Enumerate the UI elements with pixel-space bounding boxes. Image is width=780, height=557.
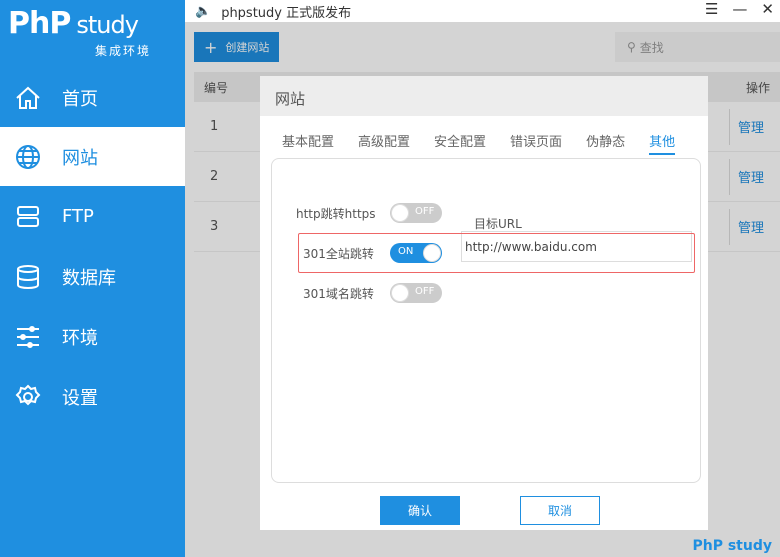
server-icon <box>14 203 42 231</box>
sidebar: PhP study 集成环境 首页 网站 FTP 数据库 环境 设置 <box>0 0 185 557</box>
sidebar-item-settings[interactable]: 设置 <box>0 367 185 426</box>
minimize-icon[interactable]: — <box>732 0 747 18</box>
database-icon <box>14 263 42 291</box>
domain-301-toggle[interactable]: OFF <box>390 283 442 303</box>
cancel-button[interactable]: 取消 <box>520 496 600 525</box>
tab-other[interactable]: 其他 <box>649 131 676 155</box>
tab-basic[interactable]: 基本配置 <box>282 131 334 155</box>
globe-icon <box>14 143 42 171</box>
close-icon[interactable]: ✕ <box>761 0 774 18</box>
website-dialog: 网站 基本配置 高级配置 安全配置 错误页面 伪静态 其他 http跳转http… <box>260 76 708 530</box>
logo-subtitle: 集成环境 <box>95 44 152 58</box>
tab-advanced[interactable]: 高级配置 <box>358 131 410 155</box>
sidebar-item-database[interactable]: 数据库 <box>0 247 185 306</box>
tab-security[interactable]: 安全配置 <box>434 131 486 155</box>
confirm-button[interactable]: 确认 <box>380 496 460 525</box>
settings-panel: http跳转https OFF 目标URL 301全站跳转 ON http://… <box>271 158 701 483</box>
tab-rewrite[interactable]: 伪静态 <box>586 131 625 155</box>
sidebar-item-home[interactable]: 首页 <box>0 68 185 127</box>
home-icon <box>14 84 42 112</box>
menu-icon[interactable]: ☰ <box>705 0 718 18</box>
speaker-icon: 🔈 <box>195 3 212 19</box>
logo: PhP study <box>8 6 139 41</box>
footer-logo: PhP study <box>692 538 772 554</box>
sidebar-item-ftp[interactable]: FTP <box>0 187 185 246</box>
highlight-box <box>298 233 695 273</box>
sidebar-item-environment[interactable]: 环境 <box>0 307 185 366</box>
sliders-icon <box>14 323 42 351</box>
tab-error-pages[interactable]: 错误页面 <box>510 131 562 155</box>
http-https-toggle[interactable]: OFF <box>390 203 442 223</box>
title-bar: 🔈 phpstudy 正式版发布 <box>195 3 352 21</box>
dialog-title: 网站 <box>260 76 708 116</box>
gear-icon <box>14 383 42 411</box>
sidebar-item-website[interactable]: 网站 <box>0 127 185 186</box>
